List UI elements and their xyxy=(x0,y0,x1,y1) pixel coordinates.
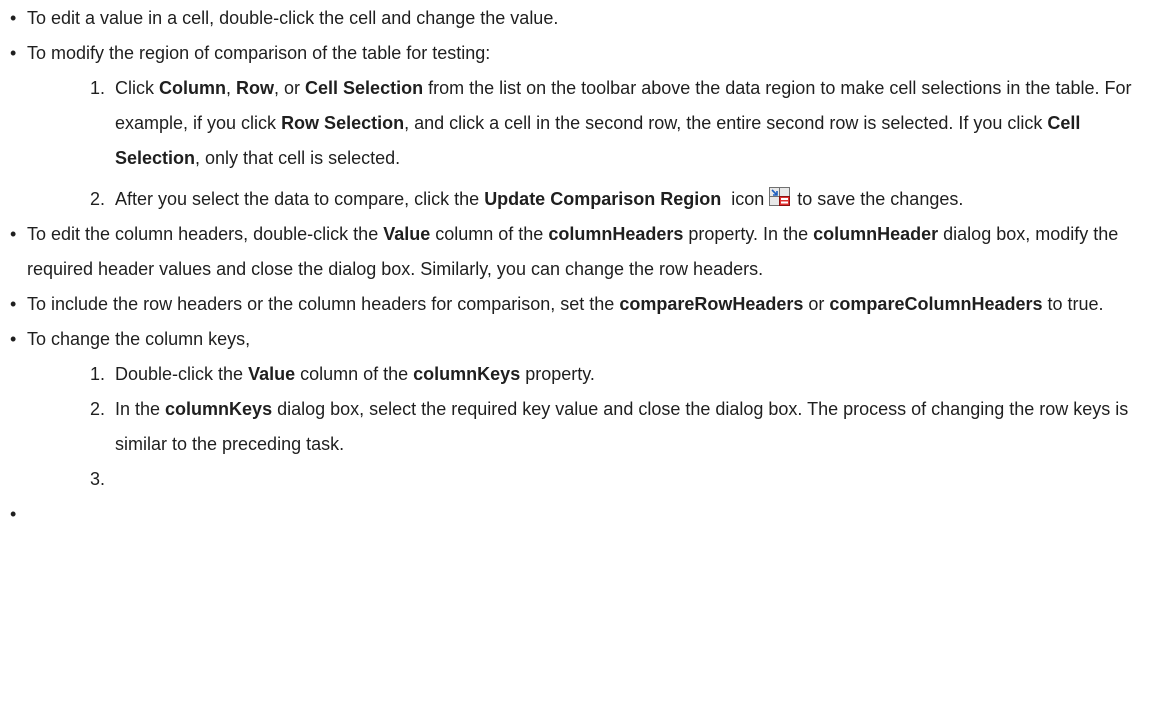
step-text: , or xyxy=(274,78,306,98)
bullet-list: To edit a value in a cell, double-click … xyxy=(10,1,1170,532)
item-text: or xyxy=(803,294,830,314)
ui-term-columnheader: columnHeader xyxy=(813,224,939,244)
item-text: To edit the column headers, double-click… xyxy=(27,224,384,244)
ui-term-comparerowheaders: compareRowHeaders xyxy=(619,294,804,314)
ui-term-columnkeys: columnKeys xyxy=(413,364,521,384)
step-text: Click xyxy=(115,78,159,98)
step-text: , xyxy=(226,78,237,98)
step-list: 1. Double-click the Value column of the c… xyxy=(27,357,1170,497)
list-item-include-headers: To include the row headers or the column… xyxy=(10,287,1170,322)
step-number: 1. xyxy=(90,364,106,384)
step-number: 2. xyxy=(90,189,106,209)
update-comparison-region-icon xyxy=(769,187,791,207)
ui-term-columnheaders: columnHeaders xyxy=(548,224,684,244)
item-text: column of the xyxy=(430,224,549,244)
list-item-empty xyxy=(10,497,1170,532)
item-text: To edit a value in a cell, double-click … xyxy=(27,8,559,28)
step-text: icon xyxy=(721,189,770,209)
ui-term-row: Row xyxy=(236,78,275,98)
step-text: to save the changes. xyxy=(792,189,964,209)
step-text: column of the xyxy=(295,364,414,384)
step-number: 1. xyxy=(90,78,106,98)
step-text: Double-click the xyxy=(115,364,249,384)
list-item-change-column-keys: To change the column keys, 1. Double-clic… xyxy=(10,322,1170,497)
item-intro: To modify the region of comparison of th… xyxy=(27,43,491,63)
step-1: 1. Double-click the Value column of the c… xyxy=(90,357,1170,392)
ui-term-value: Value xyxy=(383,224,431,244)
ui-term-columnkeys: columnKeys xyxy=(165,399,273,419)
ui-term-column: Column xyxy=(159,78,226,98)
step-text: property. xyxy=(520,364,595,384)
ui-term-cell-selection: Cell Selection xyxy=(305,78,424,98)
ui-term-row-selection: Row Selection xyxy=(281,113,405,133)
list-item-edit-value: To edit a value in a cell, double-click … xyxy=(10,1,1170,36)
step-number: 2. xyxy=(90,399,106,419)
step-text: , and click a cell in the second row, th… xyxy=(404,113,1048,133)
list-item-edit-column-headers: To edit the column headers, double-click… xyxy=(10,217,1170,287)
item-text: To include the row headers or the column… xyxy=(27,294,620,314)
step-1: 1. Click Column, Row, or Cell Selection f… xyxy=(90,71,1170,176)
ui-term-value: Value xyxy=(248,364,296,384)
step-2: 2. In the columnKeys dialog box, select t… xyxy=(90,392,1170,462)
step-text: , only that cell is selected. xyxy=(195,148,401,168)
document-body: To edit a value in a cell, double-click … xyxy=(0,0,1170,532)
step-text: After you select the data to compare, cl… xyxy=(115,189,485,209)
ui-term-update-comparison-region: Update Comparison Region xyxy=(484,189,722,209)
ui-term-comparecolumnheaders: compareColumnHeaders xyxy=(829,294,1043,314)
step-number: 3. xyxy=(90,469,106,489)
list-item-modify-region: To modify the region of comparison of th… xyxy=(10,36,1170,217)
item-text: to true. xyxy=(1042,294,1104,314)
step-list: 1. Click Column, Row, or Cell Selection f… xyxy=(27,71,1170,217)
step-text: In the xyxy=(115,399,166,419)
step-2: 2. After you select the data to compare, … xyxy=(90,182,1170,217)
item-text: property. In the xyxy=(683,224,814,244)
item-intro: To change the column keys, xyxy=(27,329,251,349)
step-3: 3. xyxy=(90,462,1170,497)
